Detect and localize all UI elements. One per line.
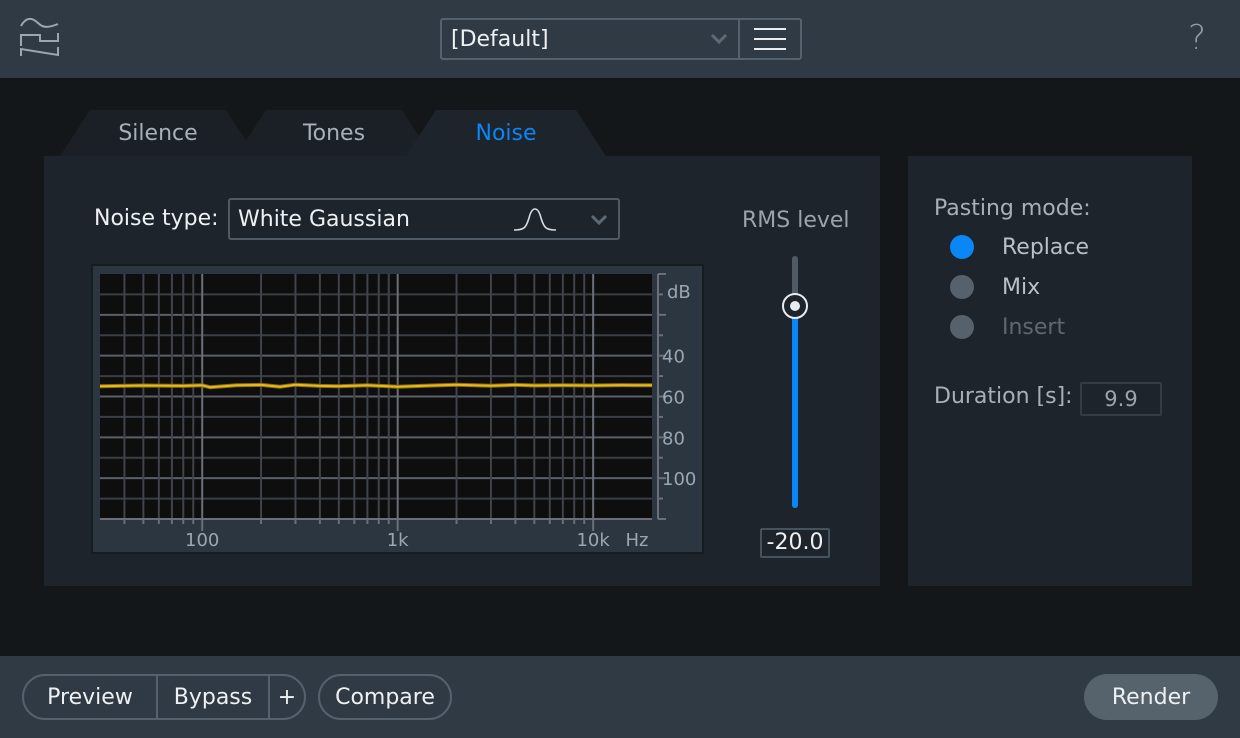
spectrum-chart: 40 60 80 100 dB 100 1k 10k Hz	[99, 273, 696, 551]
rms-level-label: RMS level	[742, 208, 850, 233]
noise-type-label: Noise type:	[94, 206, 219, 231]
chevron-down-icon	[710, 33, 728, 45]
y-unit-label: dB	[667, 282, 691, 303]
radio-dot	[950, 235, 974, 259]
noise-type-dropdown[interactable]: White Gaussian	[228, 198, 620, 240]
x-tick-label: 100	[185, 530, 219, 551]
x-tick-label: 1k	[387, 530, 409, 551]
compare-button[interactable]: Compare	[318, 674, 452, 720]
y-tick-label: 40	[662, 347, 685, 368]
pasting-panel: Pasting mode: Replace Mix Insert Duratio…	[908, 156, 1192, 586]
add-compare-button[interactable]: +	[268, 676, 304, 718]
noise-type-value: White Gaussian	[238, 206, 410, 232]
rms-value-field[interactable]: -20.0	[760, 528, 830, 558]
radio-label: Insert	[1002, 314, 1066, 340]
radio-label: Replace	[1002, 234, 1090, 260]
duration-label: Duration [s]:	[934, 384, 1073, 409]
bypass-button[interactable]: Bypass	[156, 676, 268, 718]
tab-silence[interactable]: Silence	[60, 110, 256, 156]
preset-selector[interactable]: [Default]	[440, 18, 802, 60]
tab-noise[interactable]: Noise	[406, 110, 606, 156]
footer-bar: Preview Bypass + Compare Render	[0, 656, 1240, 738]
tab-label: Tones	[302, 120, 366, 146]
preset-dropdown[interactable]: [Default]	[442, 20, 740, 58]
rms-slider-handle[interactable]	[782, 293, 808, 320]
radio-insert: Insert	[950, 312, 1065, 342]
module-logo-icon	[20, 17, 59, 57]
rms-slider-fill	[792, 306, 798, 508]
preset-value: [Default]	[451, 26, 549, 52]
radio-mix[interactable]: Mix	[950, 272, 1040, 302]
render-button[interactable]: Render	[1084, 674, 1218, 720]
hamburger-menu-icon	[754, 28, 786, 50]
duration-field[interactable]: 9.9	[1080, 382, 1162, 416]
noise-panel: Noise type: White Gaussian 40 60 80 100 dB 10…	[44, 156, 880, 586]
preview-bypass-group: Preview Bypass +	[22, 674, 306, 720]
tab-tones[interactable]: Tones	[236, 110, 432, 156]
x-tick-label: 10k	[576, 530, 610, 551]
radio-label: Mix	[1002, 274, 1041, 300]
preview-button[interactable]: Preview	[24, 676, 156, 718]
radio-replace[interactable]: Replace	[950, 232, 1089, 262]
spectrum-plot: 40 60 80 100 dB 100 1k 10k Hz	[91, 264, 704, 554]
header-bar: [Default] ?	[0, 0, 1240, 78]
radio-dot	[950, 275, 974, 299]
gaussian-curve-icon	[513, 208, 557, 231]
chevron-down-icon	[590, 214, 608, 226]
y-tick-label: 100	[662, 469, 696, 490]
y-tick-label: 60	[662, 388, 685, 409]
pasting-mode-label: Pasting mode:	[934, 196, 1091, 221]
y-tick-label: 80	[662, 428, 685, 449]
tab-label: Noise	[475, 120, 537, 146]
tab-label: Silence	[118, 120, 198, 146]
radio-dot	[950, 315, 974, 339]
x-unit-label: Hz	[626, 530, 649, 551]
question-mark-icon[interactable]: ?	[1182, 18, 1212, 58]
preset-menu-button[interactable]	[740, 20, 800, 58]
